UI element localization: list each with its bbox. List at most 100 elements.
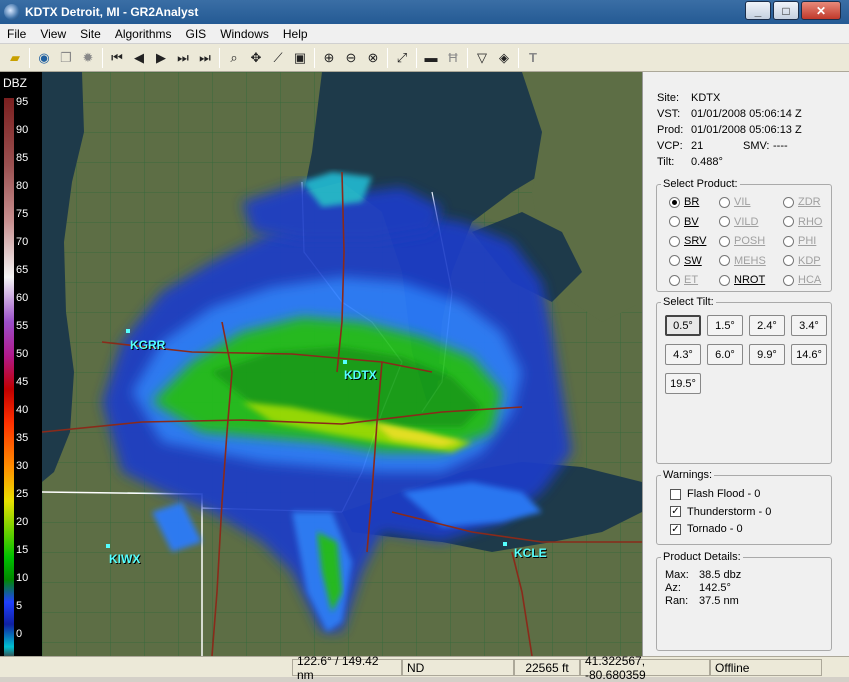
warning-checkbox[interactable]: ✓ Tornado - 0 xyxy=(670,523,743,535)
last-frame-icon[interactable]: ⏭ xyxy=(194,47,216,69)
checkbox-box xyxy=(670,488,681,500)
zoom-in-icon[interactable]: ⊕ xyxy=(318,47,340,69)
scale-tick: 55 xyxy=(16,320,29,332)
menu-view[interactable]: View xyxy=(33,27,73,41)
product-label: SRV xyxy=(684,235,707,247)
zoom-icon[interactable]: ⌕ xyxy=(223,47,245,69)
product-radio-hca[interactable]: HCA xyxy=(783,274,821,286)
menu-algorithms[interactable]: Algorithms xyxy=(108,27,179,41)
warning-checkbox[interactable]: ✓ Thunderstorm - 0 xyxy=(670,506,771,518)
app-globe-icon xyxy=(4,4,20,20)
play-icon[interactable]: ▶ xyxy=(150,47,172,69)
zoom-reset-icon[interactable]: ⊗ xyxy=(362,47,384,69)
tilt-button[interactable]: 4.3° xyxy=(665,344,701,365)
product-radio-posh[interactable]: POSH xyxy=(719,235,765,247)
radar-image xyxy=(42,72,642,656)
minimize-button[interactable]: _ xyxy=(745,1,771,20)
product-label: POSH xyxy=(734,235,766,247)
toolbar: ▰ ◉ ❐ ✹ ⏮ ◀ ▶ ⏭ ⏭ ⌕ ✥ ⟋ ▣ ⊕ ⊖ ⊗ ⤢ ▬ Ħ ▽ … xyxy=(0,44,849,72)
product-radio-br[interactable]: BR xyxy=(669,196,699,208)
zoom-out-icon[interactable]: ⊖ xyxy=(340,47,362,69)
product-radio-kdp[interactable]: KDP xyxy=(783,255,821,267)
globe-icon[interactable]: ◉ xyxy=(33,47,55,69)
product-radio-et[interactable]: ET xyxy=(669,274,698,286)
product-radio-bv[interactable]: BV xyxy=(669,216,699,228)
layers-icon[interactable]: ▣ xyxy=(289,47,311,69)
az-label: Az: xyxy=(665,582,681,594)
tilt-stack-icon[interactable]: Ħ xyxy=(442,47,464,69)
previous-frame-icon[interactable]: ◀ xyxy=(128,47,150,69)
ran-value: 37.5 nm xyxy=(699,595,739,607)
menu-bar: File View Site Algorithms GIS Windows He… xyxy=(0,24,849,44)
scale-tick: 15 xyxy=(16,544,29,556)
tilt-button[interactable]: 14.6° xyxy=(791,344,827,365)
copy-icon[interactable]: ❐ xyxy=(55,47,77,69)
site-label-kgrr: KGRR xyxy=(130,338,166,352)
product-label: SW xyxy=(684,254,702,267)
next-frame-icon[interactable]: ⏭ xyxy=(172,47,194,69)
first-frame-icon[interactable]: ⏮ xyxy=(106,47,128,69)
volume-icon[interactable]: ▬ xyxy=(420,47,442,69)
menu-windows[interactable]: Windows xyxy=(213,27,276,41)
menu-help[interactable]: Help xyxy=(276,27,315,41)
radio-indicator xyxy=(783,235,794,247)
checkbox-box: ✓ xyxy=(670,523,681,535)
product-label: VIL xyxy=(734,196,751,208)
radio-indicator xyxy=(719,196,730,208)
smv-value: ---- xyxy=(773,140,788,152)
status-bearing: 122.6° / 149.42 nm xyxy=(292,654,402,682)
prod-value: 01/01/2008 05:06:13 Z xyxy=(691,124,802,136)
tilt-button[interactable]: 0.5° xyxy=(665,315,701,336)
scale-tick: 80 xyxy=(16,180,29,192)
cross-section-icon[interactable]: ⤢ xyxy=(391,47,413,69)
scale-tick: 60 xyxy=(16,292,29,304)
tilt-button[interactable]: 2.4° xyxy=(749,315,785,336)
scale-tick: 20 xyxy=(16,516,29,528)
select-tilt-legend: Select Tilt: xyxy=(663,296,714,308)
product-label: HCA xyxy=(798,274,822,286)
product-label: ZDR xyxy=(798,196,821,208)
product-radio-nrot[interactable]: NROT xyxy=(719,274,765,286)
diamond-icon[interactable]: ◈ xyxy=(493,47,515,69)
tilt-button[interactable]: 3.4° xyxy=(791,315,827,336)
product-radio-srv[interactable]: SRV xyxy=(669,235,706,247)
filter-icon[interactable]: ▽ xyxy=(471,47,493,69)
warning-checkbox[interactable]: Flash Flood - 0 xyxy=(670,488,760,500)
scale-tick: 95 xyxy=(16,96,29,108)
scale-unit: DBZ xyxy=(3,76,27,90)
tilt-button[interactable]: 19.5° xyxy=(665,373,701,394)
menu-file[interactable]: File xyxy=(0,27,33,41)
gear-icon[interactable]: ✹ xyxy=(77,47,99,69)
site-value: KDTX xyxy=(691,92,721,104)
close-button[interactable]: ✕ xyxy=(801,1,841,20)
tilt-button[interactable]: 1.5° xyxy=(707,315,743,336)
measure-icon[interactable]: ⟋ xyxy=(267,47,289,69)
product-radio-vil[interactable]: VIL xyxy=(719,196,751,208)
radio-indicator xyxy=(719,255,730,266)
product-label: VILD xyxy=(734,215,759,228)
product-radio-rho[interactable]: RHO xyxy=(783,216,822,228)
scale-tick: 65 xyxy=(16,264,29,276)
status-value: ND xyxy=(402,659,514,676)
product-radio-phi[interactable]: PHI xyxy=(783,235,816,247)
tilt-button[interactable]: 9.9° xyxy=(749,344,785,365)
ran-label: Ran: xyxy=(665,595,689,607)
text-icon[interactable]: T xyxy=(522,47,544,69)
maximize-button[interactable]: □ xyxy=(773,1,799,20)
site-label-kdtx: KDTX xyxy=(344,368,377,382)
max-label: Max: xyxy=(665,569,689,581)
menu-gis[interactable]: GIS xyxy=(179,27,214,41)
product-radio-sw[interactable]: SW xyxy=(669,255,702,267)
site-label-kcle: KCLE xyxy=(514,546,547,560)
vcp-row: VCP: 21 SMV: ---- xyxy=(657,140,788,152)
radar-map[interactable]: KGRR KDTX KIWX KCLE xyxy=(42,72,642,656)
pan-icon[interactable]: ✥ xyxy=(245,47,267,69)
warning-label: Tornado - 0 xyxy=(687,523,743,535)
product-radio-vild[interactable]: VILD xyxy=(719,216,758,228)
menu-site[interactable]: Site xyxy=(73,27,108,41)
open-folder-icon[interactable]: ▰ xyxy=(4,47,26,69)
tilt-button[interactable]: 6.0° xyxy=(707,344,743,365)
radio-indicator xyxy=(783,196,794,208)
product-radio-mehs[interactable]: MEHS xyxy=(719,255,766,267)
product-radio-zdr[interactable]: ZDR xyxy=(783,196,821,208)
